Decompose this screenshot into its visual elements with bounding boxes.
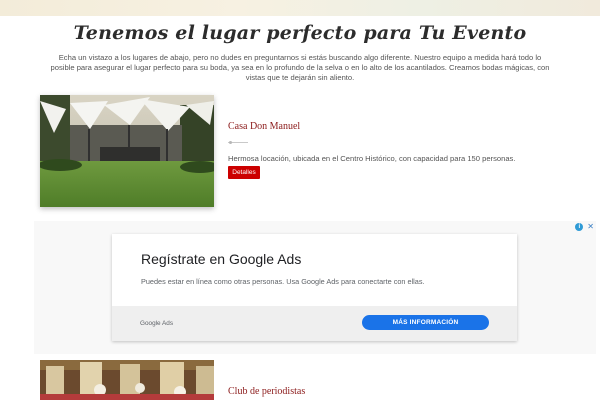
- top-banner-strip: [0, 0, 600, 16]
- venue-title[interactable]: Casa Don Manuel: [228, 121, 300, 132]
- venue-image-club-de-periodistas[interactable]: [40, 360, 214, 400]
- ad-footer: Google Ads MÁS INFORMACIÓN: [112, 306, 517, 341]
- page-title: Tenemos el lugar perfecto para Tu Evento: [73, 22, 527, 44]
- ad-body-text: Puedes estar en línea como otras persona…: [141, 277, 425, 286]
- venue-photo: [40, 360, 214, 400]
- close-icon[interactable]: ✕: [587, 223, 594, 231]
- adchoices-icon[interactable]: i: [575, 223, 584, 231]
- ad-card[interactable]: Regístrate en Google Ads Puedes estar en…: [112, 234, 517, 341]
- ad-container: i ✕ Regístrate en Google Ads Puedes esta…: [34, 221, 596, 354]
- more-info-button[interactable]: MÁS INFORMACIÓN: [362, 315, 489, 330]
- ad-headline[interactable]: Regístrate en Google Ads: [141, 251, 301, 267]
- ad-choices-bar: i ✕: [575, 223, 594, 231]
- details-button[interactable]: Detalles: [228, 166, 260, 179]
- divider-ornament: [229, 141, 232, 144]
- venue-description: Hermosa locación, ubicada en el Centro H…: [228, 154, 516, 163]
- venue-title[interactable]: Club de periodistas: [228, 386, 305, 397]
- venue-photo: [40, 95, 214, 207]
- intro-paragraph: Echa un vistazo a los lugares de abajo, …: [50, 53, 550, 82]
- ad-source-label: Google Ads: [140, 320, 174, 327]
- venue-image-casa-don-manuel[interactable]: [40, 95, 214, 207]
